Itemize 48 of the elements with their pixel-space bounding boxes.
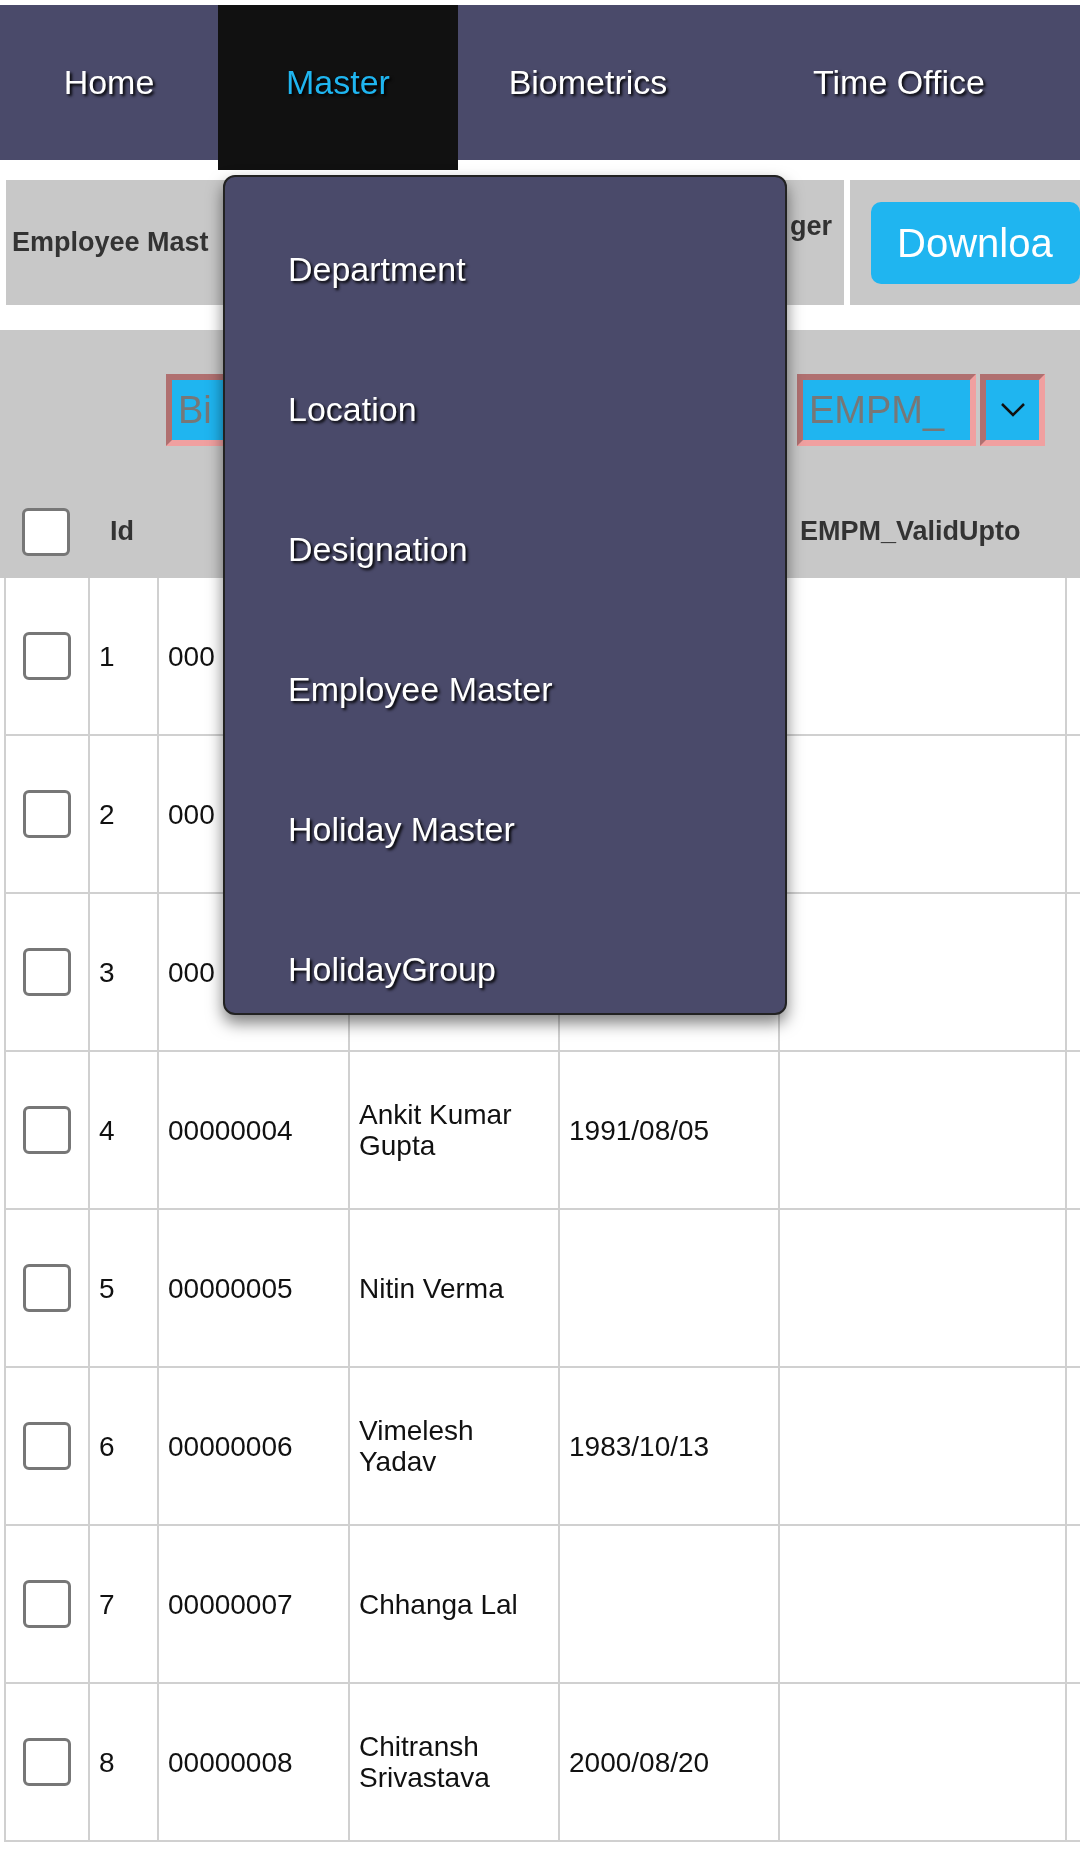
column-header[interactable]: Id	[110, 516, 134, 547]
table-cell: 1983/10/13	[569, 1430, 710, 1462]
table-cell: 000	[168, 798, 215, 830]
checkbox[interactable]	[22, 507, 70, 556]
table-cell: 1991/08/05	[569, 1114, 710, 1146]
nav-tab[interactable]: Home	[0, 5, 218, 160]
table-cell: 2	[99, 798, 115, 830]
table-cell: 1	[99, 640, 115, 672]
table-cell: 00000006	[168, 1430, 293, 1462]
table-cell: 7	[99, 1588, 115, 1620]
menu-item[interactable]: HolidayGroup	[288, 943, 496, 995]
chevron-down-icon	[999, 402, 1026, 418]
table-cell: 000	[168, 640, 215, 672]
checkbox[interactable]	[23, 948, 71, 996]
table-cell-text: Ankit Kumar Gupta	[359, 1099, 513, 1161]
table-cell: 000	[168, 956, 215, 988]
table-cell: 4	[99, 1114, 115, 1146]
nav-tab[interactable]: Master	[218, 5, 458, 170]
table-cell: Nitin Verma	[359, 1272, 504, 1304]
table-cell: 00000007	[168, 1588, 293, 1620]
table-cell: 00000005	[168, 1272, 293, 1304]
checkbox[interactable]	[23, 632, 71, 680]
checkbox[interactable]	[23, 1106, 71, 1154]
checkbox[interactable]	[23, 790, 71, 838]
table-cell: 3	[99, 956, 115, 988]
menu-item[interactable]: Employee Master	[288, 663, 553, 715]
nav-tab[interactable]: Time Office	[718, 5, 1080, 160]
table-cell-text: Vimelesh Yadav	[359, 1415, 475, 1477]
menu-item[interactable]: Location	[288, 383, 417, 435]
checkbox[interactable]	[23, 1580, 71, 1628]
table-cell-text: Chitransh Srivastava	[359, 1731, 491, 1793]
panel-label: Employee Mast	[12, 226, 209, 260]
nav-tab[interactable]: Biometrics	[458, 5, 718, 160]
table-cell: 5	[99, 1272, 115, 1304]
table-cell: 6	[99, 1430, 115, 1462]
table-cell: 8	[99, 1746, 115, 1778]
column-header[interactable]: EMPM_ValidUpto	[800, 516, 1021, 547]
checkbox[interactable]	[23, 1264, 71, 1312]
panel-label: ger	[789, 210, 832, 243]
checkbox[interactable]	[23, 1422, 71, 1470]
table-cell: 00000008	[168, 1746, 293, 1778]
menu-item[interactable]: Department	[288, 243, 466, 295]
table-cell: 00000004	[168, 1114, 293, 1146]
table-cell: 2000/08/20	[569, 1746, 710, 1778]
checkbox[interactable]	[23, 1738, 71, 1786]
table-cell: Chhanga Lal	[359, 1588, 518, 1620]
menu-item[interactable]: Holiday Master	[288, 803, 515, 855]
menu-item[interactable]: Designation	[288, 523, 468, 575]
